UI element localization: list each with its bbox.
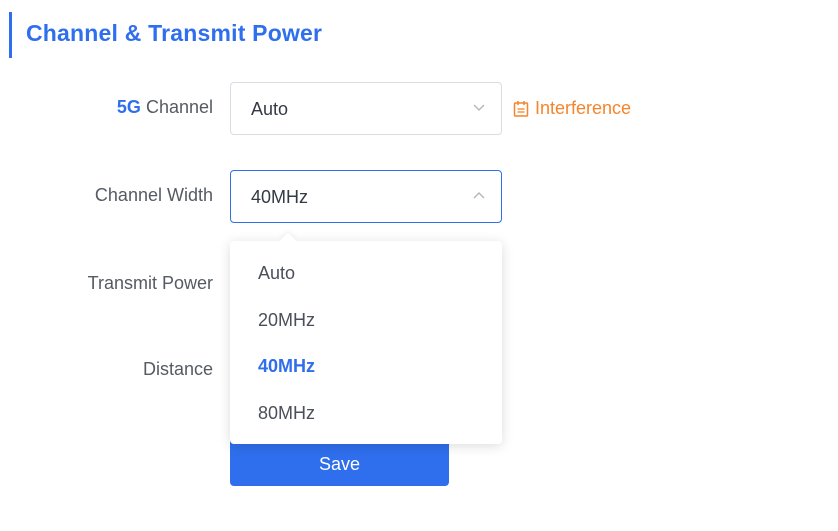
chevron-up-icon <box>473 191 485 199</box>
channel-select-value: Auto <box>251 99 289 119</box>
dropdown-arrow <box>279 232 297 250</box>
channel-label-text: Channel <box>140 97 213 117</box>
channel-width-select-value: 40MHz <box>251 187 309 207</box>
channel-width-dropdown: Auto 20MHz 40MHz 80MHz <box>230 232 502 444</box>
channel-label-band: 5G <box>116 97 141 117</box>
channel-width-label: Channel Width <box>94 185 213 205</box>
section-title-accent-bar <box>9 12 12 58</box>
interference-label: Interference <box>535 98 632 118</box>
channel-width-select[interactable]: 40MHz <box>230 170 502 223</box>
section-title: Channel & Transmit Power <box>26 20 323 46</box>
channel-select[interactable]: Auto <box>230 82 502 135</box>
dropdown-option-40mhz[interactable]: 40MHz <box>230 343 502 389</box>
channel-transmit-power-page: Channel & Transmit Power 5G Channel Auto… <box>0 0 838 531</box>
calendar-icon <box>513 100 529 117</box>
distance-label: Distance <box>142 359 213 379</box>
dropdown-option-auto[interactable]: Auto <box>230 250 502 296</box>
transmit-power-label: Transmit Power <box>87 273 213 293</box>
channel-label: 5G Channel <box>13 97 213 118</box>
dropdown-option-80mhz[interactable]: 80MHz <box>230 390 502 436</box>
dropdown-option-20mhz[interactable]: 20MHz <box>230 297 502 343</box>
interference-link[interactable]: Interference <box>513 98 631 119</box>
chevron-down-icon <box>473 104 485 112</box>
